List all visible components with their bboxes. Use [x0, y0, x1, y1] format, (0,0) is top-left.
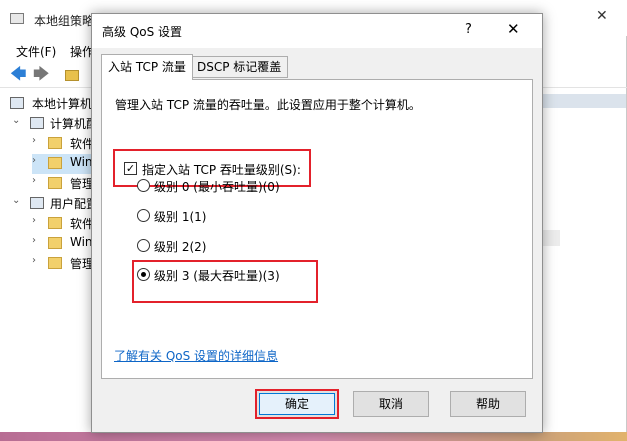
folder-icon: [48, 137, 62, 149]
navigation-tree: 本地计算机 ⌄ 计算机配 › 软件 › Win › 管理 ⌄ 用户配置 › 软件…: [0, 90, 98, 430]
folder-icon: [48, 257, 62, 269]
help-icon[interactable]: ?: [465, 22, 472, 37]
dialog-title-bar: 高级 QoS 设置 ? ✕: [92, 14, 542, 48]
chevron-right-icon[interactable]: ›: [32, 155, 36, 166]
folder-icon: [48, 237, 62, 249]
tab-inbound-tcp[interactable]: 入站 TCP 流量: [101, 54, 193, 80]
computer-config-icon: [30, 117, 44, 129]
back-arrow-icon[interactable]: 🡄: [10, 66, 28, 83]
radio-label[interactable]: 级别 1(1): [154, 208, 206, 225]
forward-arrow-icon[interactable]: 🡆: [33, 66, 51, 83]
menu-file[interactable]: 文件(F): [16, 43, 56, 60]
chevron-right-icon[interactable]: ›: [32, 215, 36, 226]
cancel-button[interactable]: 取消: [353, 391, 429, 417]
chevron-down-icon[interactable]: ⌄: [12, 195, 20, 206]
radio-button[interactable]: [137, 179, 150, 192]
chevron-right-icon[interactable]: ›: [32, 235, 36, 246]
folder-icon: [48, 177, 62, 189]
tab-panel: 管理入站 TCP 流量的吞吐量。此设置应用于整个计算机。 ✓ 指定入站 TCP …: [101, 79, 533, 379]
qos-settings-dialog: 高级 QoS 设置 ? ✕ 入站 TCP 流量 DSCP 标记覆盖 管理入站 T…: [91, 13, 543, 433]
tree-item-label: Win: [70, 235, 93, 249]
radio-label[interactable]: 级别 3 (最大吞吐量)(3): [154, 267, 280, 284]
user-config-icon: [30, 197, 44, 209]
radio-button[interactable]: [137, 209, 150, 222]
panel-description: 管理入站 TCP 流量的吞吐量。此设置应用于整个计算机。: [115, 98, 421, 112]
tree-item-label: 本地计算机: [32, 97, 93, 111]
desktop-wallpaper: [0, 432, 627, 441]
app-icon: [10, 13, 24, 24]
chevron-right-icon[interactable]: ›: [32, 135, 36, 146]
window-title: 本地组策略: [34, 14, 95, 28]
help-button[interactable]: 帮助: [450, 391, 526, 417]
radio-label[interactable]: 级别 0 (最小吞吐量)(0): [154, 178, 280, 195]
ok-button-label[interactable]: 确定: [259, 393, 335, 415]
computer-icon: [10, 97, 24, 109]
specify-throughput-checkbox[interactable]: ✓: [124, 162, 137, 175]
close-icon[interactable]: ✕: [507, 20, 520, 38]
tab-strip: 入站 TCP 流量 DSCP 标记覆盖: [92, 52, 542, 80]
folder-icon: [48, 157, 62, 169]
chevron-right-icon[interactable]: ›: [32, 175, 36, 186]
list-row-highlight: [540, 230, 560, 246]
dialog-title: 高级 QoS 设置: [102, 25, 183, 39]
tree-item-label: Win: [70, 155, 93, 169]
chevron-right-icon[interactable]: ›: [32, 255, 36, 266]
qos-details-link[interactable]: 了解有关 QoS 设置的详细信息: [114, 347, 278, 364]
tab-dscp-override[interactable]: DSCP 标记覆盖: [191, 56, 289, 78]
chevron-down-icon[interactable]: ⌄: [12, 115, 20, 126]
ok-button[interactable]: 确定: [255, 389, 339, 419]
specify-throughput-label[interactable]: 指定入站 TCP 吞吐量级别(S):: [142, 161, 301, 178]
radio-button[interactable]: [137, 239, 150, 252]
folder-icon: [48, 217, 62, 229]
list-header: [540, 94, 626, 108]
close-icon[interactable]: ✕: [596, 8, 608, 24]
tree-item-windows[interactable]: › Win: [32, 154, 94, 174]
radio-button-selected[interactable]: [137, 268, 150, 281]
radio-label[interactable]: 级别 2(2): [154, 238, 206, 255]
up-folder-icon[interactable]: [64, 67, 82, 83]
